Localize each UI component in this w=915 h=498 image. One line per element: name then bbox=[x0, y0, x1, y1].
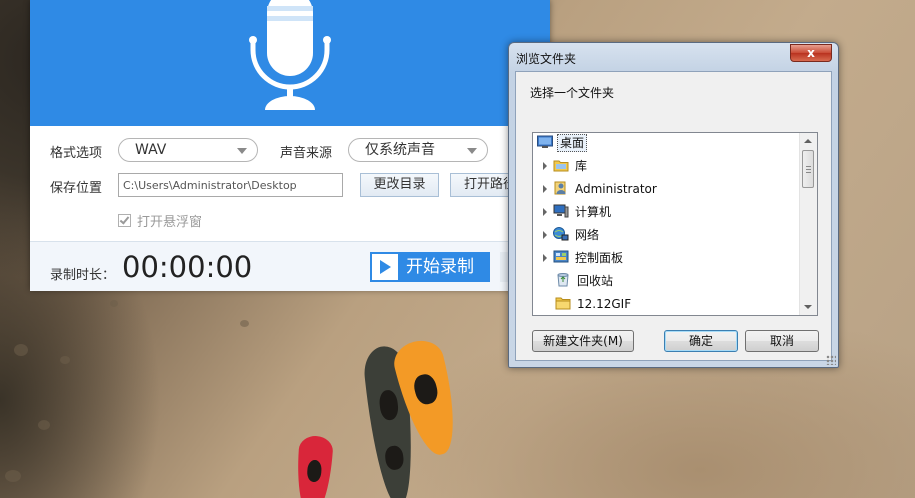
folder-tree[interactable]: 桌面 库 Administrator 计算机 网络 控制面板 回收站 12.12… bbox=[532, 132, 818, 316]
new-folder-button[interactable]: 新建文件夹(M) bbox=[532, 330, 634, 352]
browse-folder-dialog: 浏览文件夹 x 选择一个文件夹 桌面 库 Administrator 计算机 网… bbox=[508, 42, 839, 368]
source-select[interactable]: 仅系统声音 bbox=[348, 138, 488, 162]
recorder-banner bbox=[30, 0, 550, 126]
tree-item-computer[interactable]: 计算机 bbox=[541, 202, 613, 222]
tree-item-label: 桌面 bbox=[557, 134, 588, 152]
scroll-up-arrow-icon[interactable] bbox=[804, 139, 812, 143]
audio-recorder-window: 格式选项 WAV 声音来源 仅系统声音 保存位置 更改目录 打开路径 打开悬浮窗… bbox=[30, 0, 550, 291]
duration-value: 00:00:00 bbox=[122, 250, 253, 284]
tree-item-desktop[interactable]: 桌面 bbox=[537, 133, 588, 153]
tree-item-label: 控制面板 bbox=[575, 251, 624, 265]
tree-item-label: 计算机 bbox=[575, 205, 612, 219]
tree-item-label: 回收站 bbox=[577, 274, 614, 288]
tree-item-administrator[interactable]: Administrator bbox=[541, 179, 659, 199]
cancel-button[interactable]: 取消 bbox=[745, 330, 819, 352]
desktop-icon bbox=[537, 135, 553, 149]
expand-arrow-icon[interactable] bbox=[543, 162, 547, 170]
start-recording-label: 开始录制 bbox=[406, 257, 474, 277]
user-folder-icon bbox=[553, 181, 569, 195]
tree-item-recycle-bin[interactable]: 回收站 bbox=[555, 271, 615, 291]
format-select[interactable]: WAV bbox=[118, 138, 258, 162]
duration-label: 录制时长： bbox=[50, 268, 116, 283]
dialog-prompt: 选择一个文件夹 bbox=[530, 86, 615, 100]
change-directory-button[interactable]: 更改目录 bbox=[360, 173, 439, 197]
dialog-title: 浏览文件夹 bbox=[516, 52, 577, 66]
format-value: WAV bbox=[135, 142, 167, 158]
expand-arrow-icon[interactable] bbox=[543, 208, 547, 216]
kayak-red bbox=[294, 434, 334, 498]
source-value: 仅系统声音 bbox=[365, 142, 435, 158]
tree-item-label: Administrator bbox=[575, 182, 657, 196]
tree-item-control-panel[interactable]: 控制面板 bbox=[541, 248, 625, 268]
library-icon bbox=[553, 158, 569, 172]
network-icon bbox=[553, 227, 569, 241]
save-path-input[interactable] bbox=[118, 173, 343, 197]
computer-icon bbox=[553, 204, 569, 218]
scrollbar-thumb[interactable] bbox=[802, 150, 814, 188]
format-label: 格式选项 bbox=[50, 146, 103, 161]
tree-item-label: 网络 bbox=[575, 228, 600, 242]
chevron-down-icon bbox=[467, 148, 477, 154]
recorder-footer: 录制时长： 00:00:00 开始录制 bbox=[30, 241, 550, 291]
tree-item-library[interactable]: 库 bbox=[541, 156, 589, 176]
dialog-body: 选择一个文件夹 桌面 库 Administrator 计算机 网络 控制面板 回… bbox=[515, 71, 832, 361]
source-label: 声音来源 bbox=[280, 146, 333, 161]
folder-icon bbox=[555, 296, 571, 310]
ok-button[interactable]: 确定 bbox=[664, 330, 738, 352]
tree-scrollbar[interactable] bbox=[799, 133, 817, 315]
start-recording-button[interactable]: 开始录制 bbox=[370, 252, 490, 282]
chevron-down-icon bbox=[237, 148, 247, 154]
scroll-down-arrow-icon[interactable] bbox=[804, 305, 812, 309]
expand-arrow-icon[interactable] bbox=[543, 231, 547, 239]
tree-item-label: 库 bbox=[575, 159, 588, 173]
float-window-label: 打开悬浮窗 bbox=[137, 215, 203, 230]
expand-arrow-icon[interactable] bbox=[543, 254, 547, 262]
control-panel-icon bbox=[553, 250, 569, 264]
float-window-checkbox[interactable] bbox=[118, 214, 131, 227]
expand-arrow-icon[interactable] bbox=[543, 185, 547, 193]
recycle-bin-icon bbox=[555, 273, 571, 287]
float-window-option[interactable]: 打开悬浮窗 bbox=[118, 211, 202, 230]
tree-item-network[interactable]: 网络 bbox=[541, 225, 601, 245]
tree-item-folder-12-12gif[interactable]: 12.12GIF bbox=[555, 294, 633, 314]
play-icon bbox=[380, 260, 391, 274]
close-icon: x bbox=[807, 46, 815, 60]
close-button[interactable]: x bbox=[790, 44, 832, 62]
save-location-label: 保存位置 bbox=[50, 181, 103, 196]
play-icon-box bbox=[372, 254, 398, 280]
tree-item-label: 12.12GIF bbox=[577, 297, 632, 311]
microphone-icon bbox=[249, 0, 331, 110]
resize-grip-icon[interactable] bbox=[826, 355, 836, 365]
